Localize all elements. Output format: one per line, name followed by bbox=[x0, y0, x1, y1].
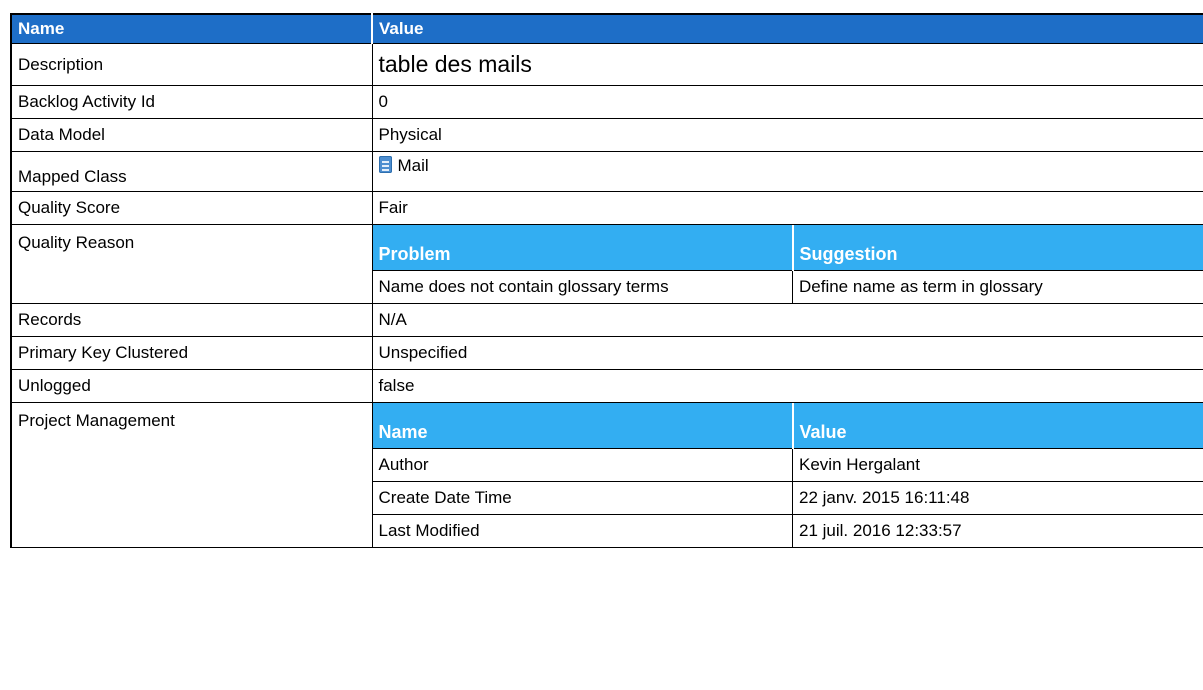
header-suggestion: Suggestion bbox=[791, 225, 1203, 271]
pm-name-cell: Author bbox=[372, 448, 793, 482]
suggestion-cell: Define name as term in glossary bbox=[792, 270, 1203, 303]
class-document-icon bbox=[378, 156, 392, 173]
table-row: Last Modified 21 juil. 2016 12:33:57 bbox=[372, 514, 1203, 547]
row-label: Unlogged bbox=[11, 369, 373, 403]
row-quality-reason: Quality Reason Problem Suggestion Name d… bbox=[11, 224, 1203, 304]
pm-name-cell: Last Modified bbox=[372, 514, 793, 547]
row-unlogged: Unlogged false bbox=[11, 369, 1203, 403]
problem-cell: Name does not contain glossary terms bbox=[372, 270, 793, 303]
row-value: Name Value Author Kevin Hergalant Create… bbox=[371, 402, 1203, 548]
pm-value-cell: Kevin Hergalant bbox=[792, 448, 1203, 482]
row-value: Unspecified bbox=[371, 336, 1203, 370]
header-name: Name bbox=[372, 403, 793, 449]
subtable-header-row: Problem Suggestion bbox=[372, 225, 1203, 271]
row-pk-clustered: Primary Key Clustered Unspecified bbox=[11, 336, 1203, 370]
row-description: Description table des mails bbox=[11, 43, 1203, 86]
table-row: Name does not contain glossary terms Def… bbox=[372, 270, 1203, 303]
row-value: N/A bbox=[371, 303, 1203, 337]
mapped-class-link[interactable]: Mail bbox=[398, 156, 429, 175]
header-problem: Problem bbox=[372, 225, 793, 271]
row-label: Quality Reason bbox=[11, 224, 373, 304]
row-value: Mail bbox=[371, 151, 1203, 192]
table-row: Author Kevin Hergalant bbox=[372, 448, 1203, 482]
row-label: Primary Key Clustered bbox=[11, 336, 373, 370]
pm-value-cell: 21 juil. 2016 12:33:57 bbox=[792, 514, 1203, 547]
row-label: Quality Score bbox=[11, 191, 373, 225]
row-label: Data Model bbox=[11, 118, 373, 152]
pm-value-cell: 22 janv. 2015 16:11:48 bbox=[792, 481, 1203, 515]
row-quality-score: Quality Score Fair bbox=[11, 191, 1203, 225]
row-label: Backlog Activity Id bbox=[11, 85, 373, 119]
row-records: Records N/A bbox=[11, 303, 1203, 337]
row-backlog: Backlog Activity Id 0 bbox=[11, 85, 1203, 119]
pm-name-cell: Create Date Time bbox=[372, 481, 793, 515]
row-value: false bbox=[371, 369, 1203, 403]
row-label: Mapped Class bbox=[11, 151, 373, 192]
row-label: Description bbox=[11, 43, 373, 86]
row-data-model: Data Model Physical bbox=[11, 118, 1203, 152]
quality-reason-table: Problem Suggestion Name does not contain… bbox=[372, 225, 1203, 303]
description-value: table des mails bbox=[378, 51, 532, 77]
row-value: table des mails bbox=[371, 43, 1203, 86]
table-row: Create Date Time 22 janv. 2015 16:11:48 bbox=[372, 481, 1203, 515]
row-value: Fair bbox=[371, 191, 1203, 225]
header-row: Name Value bbox=[11, 14, 1203, 44]
header-value: Value bbox=[791, 403, 1203, 449]
header-value: Value bbox=[372, 14, 1203, 44]
row-value: 0 bbox=[371, 85, 1203, 119]
row-label: Project Management bbox=[11, 402, 373, 548]
subtable-header-row: Name Value bbox=[372, 403, 1203, 449]
properties-table: Name Value Description table des mails B… bbox=[10, 13, 1203, 548]
row-value: Problem Suggestion Name does not contain… bbox=[371, 224, 1203, 304]
project-management-table: Name Value Author Kevin Hergalant Create… bbox=[372, 403, 1203, 547]
header-name: Name bbox=[11, 14, 373, 44]
row-label: Records bbox=[11, 303, 373, 337]
row-mapped-class: Mapped Class Mail bbox=[11, 151, 1203, 192]
row-project-management: Project Management Name Value Author Kev… bbox=[11, 402, 1203, 548]
row-value: Physical bbox=[371, 118, 1203, 152]
